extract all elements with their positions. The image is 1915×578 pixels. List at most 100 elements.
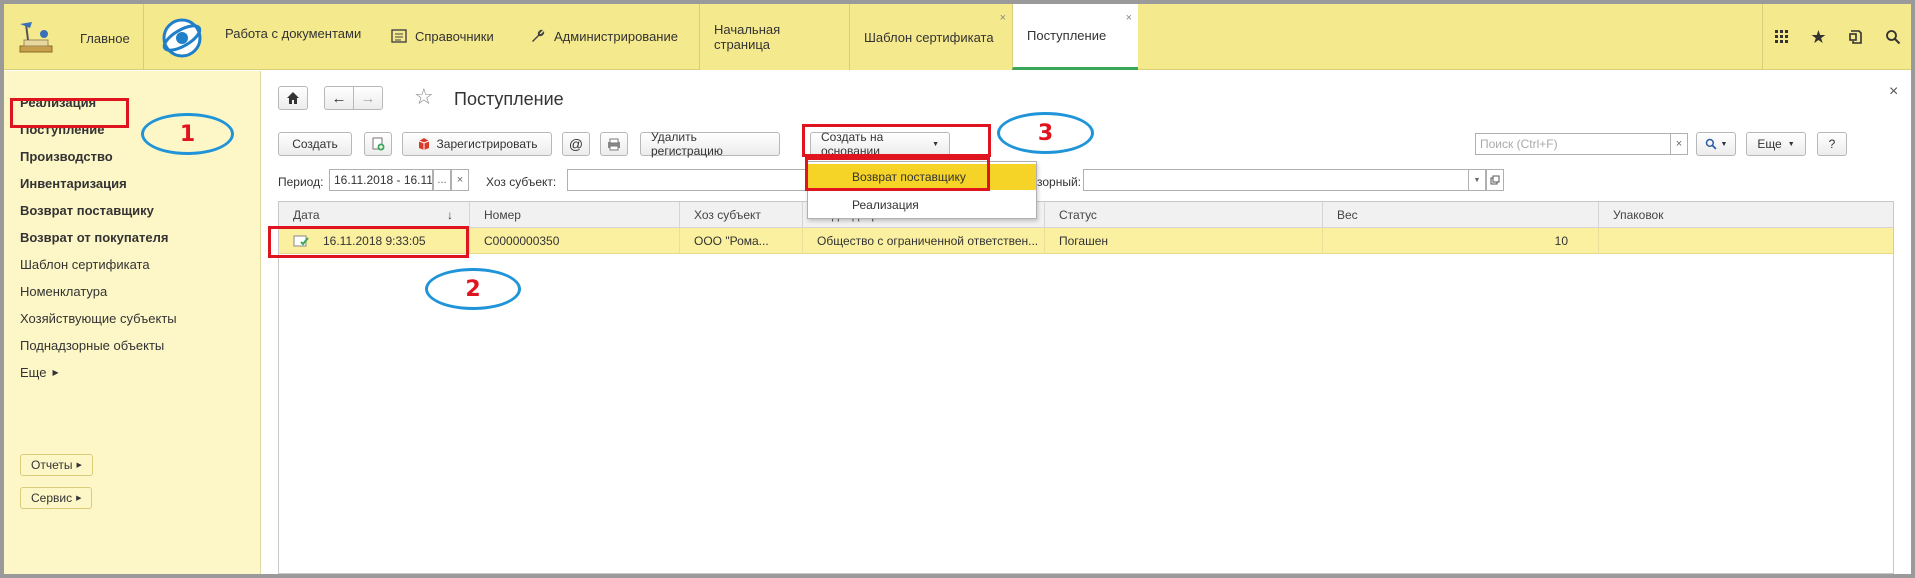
open-window-icon [1490, 175, 1500, 185]
tab-certificate-template[interactable]: Шаблон сертификата × [849, 4, 1012, 70]
wrench-icon [532, 29, 545, 42]
sidebar-item-nomenclature[interactable]: Номенклатура [20, 284, 107, 299]
sidebar-item-business-entities[interactable]: Хозяйствующие субъекты [20, 311, 177, 326]
column-status[interactable]: Статус [1045, 202, 1323, 228]
search-options-button[interactable]: ▼ [1696, 132, 1736, 156]
register-box-icon [418, 138, 429, 150]
main-panel: ← → ☆ Поступление × Создать Зарегистриро… [262, 71, 1911, 574]
more-label: Еще [1757, 137, 1782, 151]
menu-item-sales[interactable]: Реализация [808, 192, 1036, 218]
history-icon[interactable] [1837, 4, 1874, 70]
page-title: Поступление [454, 89, 564, 109]
sort-arrow-icon: ↓ [447, 208, 453, 222]
cell-supervised: Общество с ограниченной ответствен... [803, 228, 1045, 254]
register-button[interactable]: Зарегистрировать [402, 132, 552, 156]
forward-button[interactable]: → [353, 86, 383, 110]
section-documents-label: Работа с документами [225, 26, 362, 41]
house-icon [287, 92, 299, 104]
annotation-oval-1: 1 [141, 113, 234, 155]
arrow-left-icon: ← [331, 89, 347, 107]
email-button[interactable]: @ [562, 132, 590, 156]
copy-add-icon [372, 137, 385, 151]
column-number[interactable]: Номер [470, 202, 680, 228]
create-button[interactable]: Создать [278, 132, 352, 156]
search-input[interactable]: Поиск (Ctrl+F) [1475, 133, 1671, 155]
annotation-box-create-based-on [802, 124, 991, 157]
section-documents[interactable]: Работа с документами [225, 26, 361, 41]
list-icon [391, 29, 407, 43]
sidebar-item-inventory[interactable]: Инвентаризация [20, 176, 127, 191]
more-button[interactable]: Еще ▼ [1746, 132, 1806, 156]
supervised-field[interactable] [1083, 169, 1469, 191]
cell-subject: ООО "Рома... [680, 228, 803, 254]
annotation-box-table-row [268, 226, 469, 258]
arrow-right-icon: → [360, 89, 376, 107]
annotation-box-sidebar-receipt [10, 98, 129, 128]
star-icon[interactable]: ★ [1800, 4, 1837, 70]
tab-receipt-label: Поступление [1027, 28, 1107, 43]
cell-number: C0000000350 [470, 228, 680, 254]
period-field[interactable]: 16.11.2018 - 16.11.2018 [329, 169, 433, 191]
home-section[interactable]: Главное [4, 4, 144, 70]
annotation-number-2: 2 [465, 276, 481, 302]
supervised-open-button[interactable] [1486, 169, 1504, 191]
supervised-label: зорный: [1037, 175, 1082, 189]
reports-label: Отчеты [31, 458, 73, 472]
triangle-right-icon: ▶ [76, 462, 82, 469]
home-button[interactable] [278, 86, 308, 110]
section-administration-label: Администрирование [554, 28, 678, 44]
apps-grid-icon[interactable] [1763, 4, 1800, 70]
period-clear-button[interactable]: × [451, 169, 469, 191]
documents-table: Дата ↓ Номер Хоз субъект Поднадзорный Ст… [278, 201, 1894, 574]
column-subject[interactable]: Хоз субъект [680, 202, 803, 228]
subject-field[interactable] [567, 169, 807, 191]
section-references[interactable]: Справочники [391, 28, 494, 44]
sidebar-item-supervised-objects[interactable]: Поднадзорные объекты [20, 338, 164, 353]
reports-button[interactable]: Отчеты ▶ [20, 454, 93, 476]
printer-icon [608, 138, 620, 151]
close-form-icon[interactable]: × [1889, 83, 1898, 101]
home-label: Главное [80, 31, 130, 46]
favorite-star-icon[interactable]: ☆ [414, 84, 434, 110]
tab-receipt[interactable]: Поступление × [1012, 4, 1138, 70]
search-icon [1705, 138, 1717, 150]
sidebar-item-production[interactable]: Производство [20, 149, 113, 164]
search-icon[interactable] [1874, 4, 1911, 70]
help-button[interactable]: ? [1817, 132, 1847, 156]
section-administration[interactable]: Администрирование [530, 28, 678, 44]
top-sections: Работа с документами Справочники Админис… [144, 4, 699, 70]
cell-packages [1599, 228, 1893, 254]
tab-start-page[interactable]: Начальная страница [699, 4, 849, 70]
sidebar-item-return-to-supplier[interactable]: Возврат поставщику [20, 203, 154, 218]
supervised-dropdown-button[interactable]: ▼ [1468, 169, 1486, 191]
annotation-number-3: 3 [1037, 120, 1054, 146]
close-icon[interactable]: × [1126, 12, 1132, 24]
sidebar-item-more[interactable]: Еще ▶ [20, 365, 59, 380]
annotation-oval-2: 2 [425, 268, 521, 310]
sidebar-item-certificate-template[interactable]: Шаблон сертификата [20, 257, 150, 272]
period-select-button[interactable]: ... [433, 169, 451, 191]
period-label: Период: [278, 175, 324, 189]
cell-status: Погашен [1045, 228, 1323, 254]
table-row[interactable]: 16.11.2018 9:33:05 C0000000350 ООО "Рома… [279, 228, 1893, 254]
back-button[interactable]: ← [324, 86, 354, 110]
sidebar-item-return-from-customer[interactable]: Возврат от покупателя [20, 230, 168, 245]
tab-start-page-label: Начальная страница [714, 22, 781, 52]
create-label: Создать [292, 137, 338, 151]
annotation-box-return-menu-item [805, 157, 990, 191]
section-references-label: Справочники [415, 28, 494, 44]
delete-registration-button[interactable]: Удалить регистрацию [640, 130, 780, 158]
column-date[interactable]: Дата ↓ [279, 202, 470, 228]
search-clear-button[interactable]: × [1670, 133, 1688, 155]
top-bar: Главное Работа с документами Справочники [4, 4, 1911, 70]
tab-certificate-template-label: Шаблон сертификата [864, 29, 994, 45]
table-header: Дата ↓ Номер Хоз субъект Поднадзорный Ст… [279, 202, 1893, 228]
column-weight[interactable]: Вес [1323, 202, 1599, 228]
print-button[interactable] [600, 132, 628, 156]
column-packages[interactable]: Упаковок [1599, 202, 1893, 228]
copy-button[interactable] [364, 132, 392, 156]
service-button[interactable]: Сервис ▶ [20, 487, 93, 509]
dropdown-arrow-icon: ▼ [1473, 176, 1481, 184]
column-date-label: Дата [293, 208, 320, 222]
close-icon[interactable]: × [1000, 12, 1006, 24]
